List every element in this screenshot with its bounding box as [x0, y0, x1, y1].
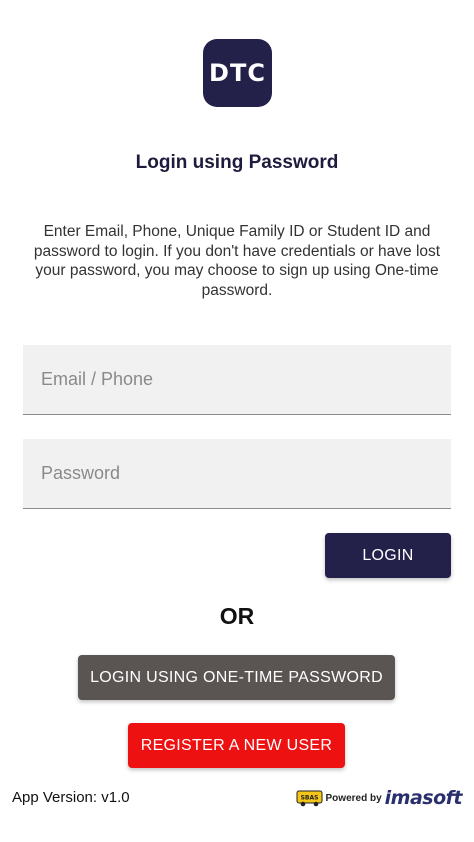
school-bus-icon: SBAS	[296, 790, 323, 806]
app-version: App Version: v1.0	[12, 789, 130, 806]
email-field-container	[23, 345, 451, 415]
email-phone-input[interactable]	[23, 345, 451, 414]
app-logo: DTC	[203, 39, 272, 107]
login-otp-button[interactable]: LOGIN USING ONE-TIME PASSWORD	[78, 655, 395, 700]
brand-logo: imasoft	[384, 787, 463, 809]
password-field-container	[23, 439, 451, 509]
login-button[interactable]: LOGIN	[325, 533, 451, 578]
register-button[interactable]: REGISTER A NEW USER	[128, 723, 345, 768]
password-input[interactable]	[23, 439, 451, 508]
login-description: Enter Email, Phone, Unique Family ID or …	[33, 223, 441, 299]
or-separator: OR	[219, 603, 255, 629]
page-title: Login using Password	[135, 152, 339, 173]
bus-label: SBAS	[300, 794, 318, 801]
powered-by-badge: SBAS Powered by imasoft	[296, 786, 463, 810]
app-logo-text: DTC	[209, 59, 266, 87]
powered-by-label: Powered by	[325, 792, 382, 804]
